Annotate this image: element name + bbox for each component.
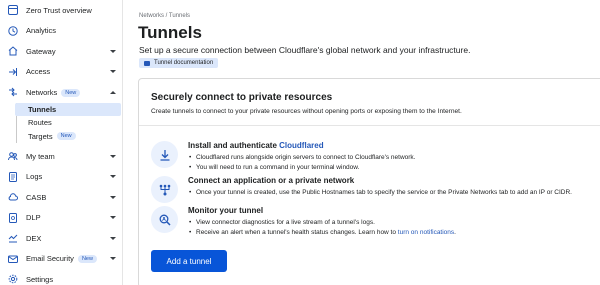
logs-icon [8, 171, 18, 182]
sidebar: Zero Trust overview Analytics Gateway Ac… [0, 0, 123, 285]
monitor-icon [151, 206, 178, 233]
sidebar-item-label: Settings [26, 274, 54, 284]
bullet: Receive an alert when a tunnel's health … [188, 228, 456, 238]
sidebar-item-label: Logs [26, 172, 43, 182]
main-content: Networks / Tunnels Tunnels Set up a secu… [124, 0, 600, 285]
chevron-down-icon[interactable] [110, 154, 116, 158]
step-bullets: Once your tunnel is created, use the Pub… [188, 188, 572, 198]
sidebar-item-label: Networks New [26, 88, 106, 97]
sidebar-item-label: Gateway [26, 46, 56, 56]
doc-link-label: Tunnel documentation [154, 60, 214, 66]
cloudflared-link[interactable]: Cloudflared [279, 141, 323, 150]
bullet: View connector diagnostics for a live st… [188, 218, 456, 228]
sidebar-item-label: CASB [26, 192, 47, 202]
step-bullets: Cloudflared runs alongside origin server… [188, 153, 415, 172]
sidebar-item-logs[interactable]: Logs [0, 167, 122, 188]
add-tunnel-button[interactable]: Add a tunnel [151, 250, 227, 272]
card-title: Securely connect to private resources [151, 92, 333, 103]
grid-icon [8, 5, 18, 16]
email-icon [8, 254, 18, 264]
sidebar-item-label: Zero Trust overview [26, 5, 92, 15]
bullet: Once your tunnel is created, use the Pub… [188, 188, 572, 198]
chevron-down-icon[interactable] [110, 216, 116, 220]
sidebar-subitem-routes[interactable]: Routes [17, 116, 122, 130]
page-description: Set up a secure connection between Cloud… [139, 45, 471, 55]
networks-icon [8, 87, 18, 97]
sidebar-item-networks[interactable]: Networks New [0, 82, 122, 103]
chevron-down-icon[interactable] [110, 175, 116, 179]
gateway-icon [8, 46, 18, 56]
card-description: Create tunnels to connect to your privat… [151, 108, 462, 115]
dex-icon [8, 233, 18, 243]
sidebar-subitem-targets[interactable]: Targets New [17, 130, 122, 144]
step-bullets: View connector diagnostics for a live st… [188, 218, 456, 237]
turn-on-notifications-link[interactable]: turn on notifications [398, 229, 454, 236]
network-icon [151, 176, 178, 203]
gear-icon [8, 274, 18, 284]
new-badge: New [56, 132, 76, 141]
sidebar-item-email-security[interactable]: Email Security New [0, 249, 122, 270]
breadcrumb[interactable]: Networks / Tunnels [139, 13, 190, 19]
sidebar-item-casb[interactable]: CASB [0, 187, 122, 208]
dlp-icon [8, 212, 18, 223]
sidebar-item-label: DLP [26, 213, 41, 223]
sidebar-item-my-team[interactable]: My team [0, 146, 122, 167]
step-title: Install and authenticate Cloudflared [188, 141, 324, 150]
new-badge: New [61, 88, 81, 97]
sidebar-item-label: Access [26, 67, 51, 77]
team-icon [8, 151, 18, 161]
sidebar-item-access[interactable]: Access [0, 62, 122, 83]
chevron-down-icon[interactable] [110, 70, 116, 74]
sidebar-item-label: My team [26, 151, 55, 161]
step-monitor: Monitor your tunnel View connector diagn… [151, 206, 456, 237]
sidebar-subitem-label: Targets [28, 131, 53, 141]
chevron-down-icon[interactable] [110, 236, 116, 240]
book-icon [144, 60, 150, 66]
page-title: Tunnels [138, 23, 202, 42]
sidebar-item-analytics[interactable]: Analytics [0, 21, 122, 42]
bullet: Cloudflared runs alongside origin server… [188, 153, 415, 163]
sidebar-item-label: Email Security New [26, 254, 106, 264]
bullet: You will need to run a command in your t… [188, 163, 415, 173]
chevron-down-icon[interactable] [110, 49, 116, 53]
step-title: Connect an application or a private netw… [188, 176, 355, 185]
sidebar-item-gateway[interactable]: Gateway [0, 41, 122, 62]
sidebar-item-label: DEX [26, 233, 42, 243]
sidebar-item-dlp[interactable]: DLP [0, 208, 122, 229]
sidebar-item-dex[interactable]: DEX [0, 228, 122, 249]
sidebar-item-label: Analytics [26, 26, 57, 36]
networks-submenu: Tunnels Routes Targets New [15, 102, 122, 144]
onboarding-card: Securely connect to private resources Cr… [138, 78, 600, 285]
download-icon [151, 141, 178, 168]
sidebar-item-zero-trust-overview[interactable]: Zero Trust overview [0, 0, 122, 21]
sidebar-subitem-tunnels[interactable]: Tunnels [15, 102, 121, 116]
chevron-down-icon[interactable] [110, 195, 116, 199]
tunnel-documentation-link[interactable]: Tunnel documentation [139, 58, 219, 68]
access-icon [8, 67, 18, 77]
divider [139, 125, 600, 126]
new-badge: New [77, 255, 97, 264]
chevron-down-icon[interactable] [110, 257, 116, 261]
clock-icon [8, 26, 18, 36]
sidebar-item-settings[interactable]: Settings [0, 269, 122, 285]
chevron-up-icon[interactable] [110, 90, 116, 94]
step-install: Install and authenticate Cloudflared Clo… [151, 141, 415, 172]
step-connect: Connect an application or a private netw… [151, 176, 572, 203]
casb-icon [8, 192, 18, 202]
step-title: Monitor your tunnel [188, 206, 264, 215]
